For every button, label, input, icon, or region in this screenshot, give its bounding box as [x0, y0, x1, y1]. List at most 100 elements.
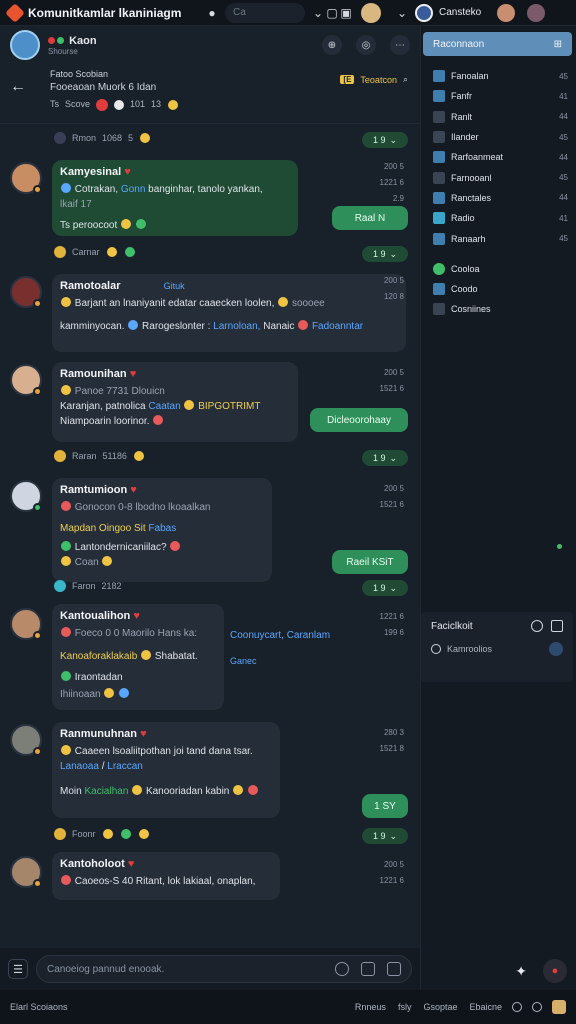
channel-label: Cooloa — [451, 263, 480, 274]
search-input[interactable]: Ca — [225, 2, 305, 23]
message-bubble[interactable]: Ranmunuhnan ♥ Caaeen lsoaliitpothan joi … — [52, 722, 280, 818]
chevron-down-icon[interactable]: ⌄ — [311, 6, 325, 20]
channel-count: 44 — [559, 152, 568, 162]
zoom-icon[interactable]: ⊕ — [322, 35, 342, 55]
thread-count-pill[interactable]: 1 9 ⌄ — [362, 580, 408, 596]
message-bubble[interactable]: Ramtumioon ♥ Gonocon 0-8 lbodno lkoaalka… — [52, 478, 272, 582]
reply-button[interactable]: Raeil KSiT — [332, 550, 408, 574]
message-text: Karanjan, patnolica Caatan BIPGOTRIMT — [60, 399, 290, 414]
status-dot-icon — [48, 36, 55, 44]
pinned-badge[interactable]: [E Teoatcon ⌕ — [340, 74, 408, 85]
emoji-icon — [184, 400, 195, 410]
reply-button[interactable]: 1 SY — [362, 794, 408, 818]
text-seg: Karanjan, patnolica — [60, 401, 146, 412]
channel-item[interactable]: Ranlt 44 — [421, 107, 576, 127]
link-seg[interactable]: Lanaoaa — [60, 761, 99, 772]
avatar[interactable] — [10, 856, 42, 888]
account-switcher[interactable]: ⌄ Cansteko — [395, 3, 546, 22]
reaction-bar[interactable]: Rmon 1068 5 — [54, 132, 151, 144]
image-icon[interactable]: ▣ — [339, 6, 353, 20]
contact-avatar[interactable] — [497, 3, 516, 22]
thread-count-pill[interactable]: 1 9 ⌄ — [362, 246, 408, 262]
reaction-bar[interactable]: Raran 51186 — [54, 450, 145, 462]
back-arrow-icon[interactable]: ← — [10, 78, 26, 96]
channel-item[interactable]: Cooloa — [421, 259, 576, 279]
link-seg[interactable]: Larnoloan, — [213, 321, 260, 332]
channel-item[interactable]: Radio 41 — [421, 208, 576, 228]
thread-count-pill[interactable]: 1 9 ⌄ — [362, 132, 408, 148]
reply-button[interactable]: Dicleoorohaay — [310, 408, 408, 432]
channel-label: Ranctales — [451, 192, 492, 203]
text-seg: Kanooriadan kabin — [145, 786, 230, 797]
channel-item[interactable]: Farnooanl 45 — [421, 167, 576, 187]
channel-icon — [433, 90, 445, 103]
chevron-down-icon[interactable]: ⌄ — [395, 6, 409, 20]
avatar[interactable] — [10, 608, 42, 640]
mention-link[interactable]: Coonuycart, Caranlam — [230, 630, 330, 641]
camera-icon[interactable]: ▢ — [325, 6, 339, 20]
link-seg[interactable]: Gonn — [121, 184, 145, 195]
channel-item[interactable]: Cosniines — [421, 299, 576, 319]
reaction-bar[interactable]: Faron 2182 — [54, 580, 122, 592]
profile-icon[interactable] — [552, 1000, 566, 1014]
radio-icon[interactable] — [431, 644, 441, 654]
channel-item[interactable]: Ranaarh 45 — [421, 228, 576, 248]
footer-link[interactable]: Rnneus — [355, 1002, 386, 1012]
reply-button[interactable]: Raal N — [332, 206, 408, 230]
link-seg[interactable]: Caatan — [148, 401, 180, 412]
message-bubble[interactable]: Kantoualihon ♥ Foeco 0 0 Maorilo Hans ka… — [52, 604, 224, 710]
link-icon[interactable] — [512, 1002, 522, 1012]
avatar[interactable] — [10, 724, 42, 756]
channel-item[interactable]: Coodo — [421, 279, 576, 299]
chevron-down-icon[interactable] — [557, 544, 562, 549]
channel-item[interactable]: Fanoalan 45 — [421, 66, 576, 86]
thread-meta: Ts Scove 101 13 — [50, 98, 404, 111]
more-icon[interactable]: ⋯ — [390, 35, 410, 55]
footer-link[interactable]: Gsoptae — [423, 1002, 457, 1012]
sidebar-header[interactable]: Raconnaon ⊞ — [423, 32, 572, 56]
sticker-icon[interactable] — [387, 962, 401, 976]
grid-icon[interactable]: ⊞ — [554, 39, 562, 50]
info-icon[interactable]: ◎ — [356, 35, 376, 55]
message-bubble[interactable]: Ramounihan ♥ Panoe 7731 Dlouicn Karanjan… — [52, 362, 298, 442]
contact-avatar[interactable] — [527, 3, 546, 22]
bell-icon[interactable]: ● — [205, 6, 219, 20]
settings-icon[interactable] — [532, 1002, 542, 1012]
link-seg[interactable]: Fabas — [148, 523, 176, 534]
gif-icon[interactable] — [361, 962, 375, 976]
record-button[interactable]: ● — [543, 959, 567, 983]
message-bubble[interactable]: Kamyesinal ♥ Cotrakan, Gonn banginhar, t… — [52, 160, 298, 236]
footer-link[interactable]: fsly — [398, 1002, 412, 1012]
avatar[interactable] — [10, 364, 42, 396]
panel-row[interactable]: Kamroolios — [421, 640, 573, 658]
channel-item[interactable]: Ranctales 44 — [421, 188, 576, 208]
avatar[interactable] — [10, 162, 42, 194]
link-seg[interactable]: Lraccan — [107, 761, 143, 772]
sparkle-icon[interactable]: ✦ — [515, 963, 527, 980]
message-bubble[interactable]: Ramotoalar Gituk Barjant an lnaniyanit e… — [52, 274, 406, 352]
group-avatar[interactable] — [10, 30, 40, 60]
channel-item[interactable]: Ilander 45 — [421, 127, 576, 147]
reaction-bar[interactable]: Foonr — [54, 828, 150, 840]
circle-icon[interactable] — [531, 620, 543, 632]
expand-icon[interactable] — [551, 620, 563, 632]
message-bubble[interactable]: Kantoholoot ♥ Caoeos-S 40 Ritant, lok la… — [52, 852, 280, 900]
link-seg[interactable]: Fadoanntar — [312, 321, 363, 332]
message-input[interactable]: Canoeiog pannud enooak. — [36, 955, 412, 983]
mention-link[interactable]: Ganec — [230, 656, 257, 666]
avatar[interactable] — [10, 480, 42, 512]
reaction-bar[interactable]: Carnar — [54, 246, 136, 258]
online-badge-icon — [33, 879, 42, 888]
footer-link[interactable]: Ebaicne — [469, 1002, 502, 1012]
search-icon[interactable]: ⌕ — [403, 74, 408, 85]
user-avatar[interactable] — [361, 2, 381, 23]
text-seg: Sit — [133, 523, 146, 534]
emoji-picker-icon[interactable] — [335, 962, 349, 976]
sender-name-text: Ranmunuhnan — [60, 728, 137, 740]
channel-item[interactable]: Fanfr 41 — [421, 86, 576, 106]
avatar[interactable] — [10, 276, 42, 308]
thread-count-pill[interactable]: 1 9 ⌄ — [362, 450, 408, 466]
attach-icon[interactable]: ☰ — [8, 959, 28, 979]
channel-item[interactable]: Rarfoanmeat 44 — [421, 147, 576, 167]
thread-count-pill[interactable]: 1 9 ⌄ — [362, 828, 408, 844]
